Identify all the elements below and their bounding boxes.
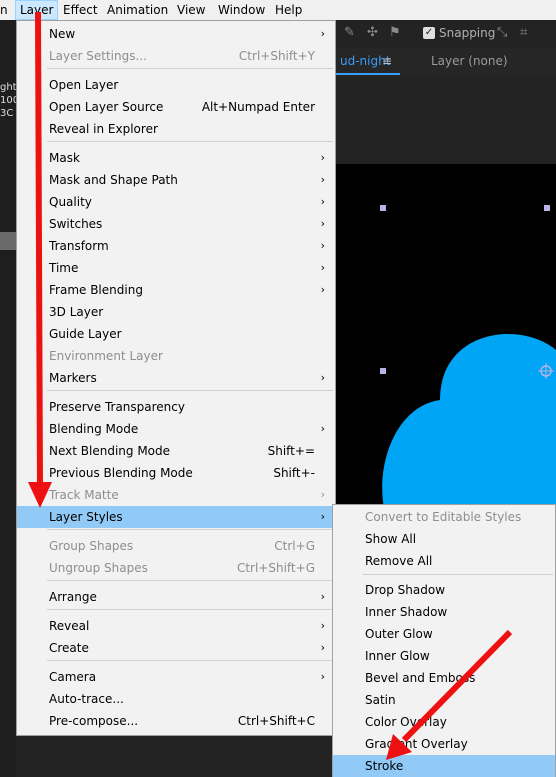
- annotation-arrow-2: [401, 629, 513, 743]
- annotation-arrow-1: [35, 11, 43, 489]
- annotation-arrows: [28, 11, 513, 760]
- annotation-arrowhead-1: [28, 482, 52, 508]
